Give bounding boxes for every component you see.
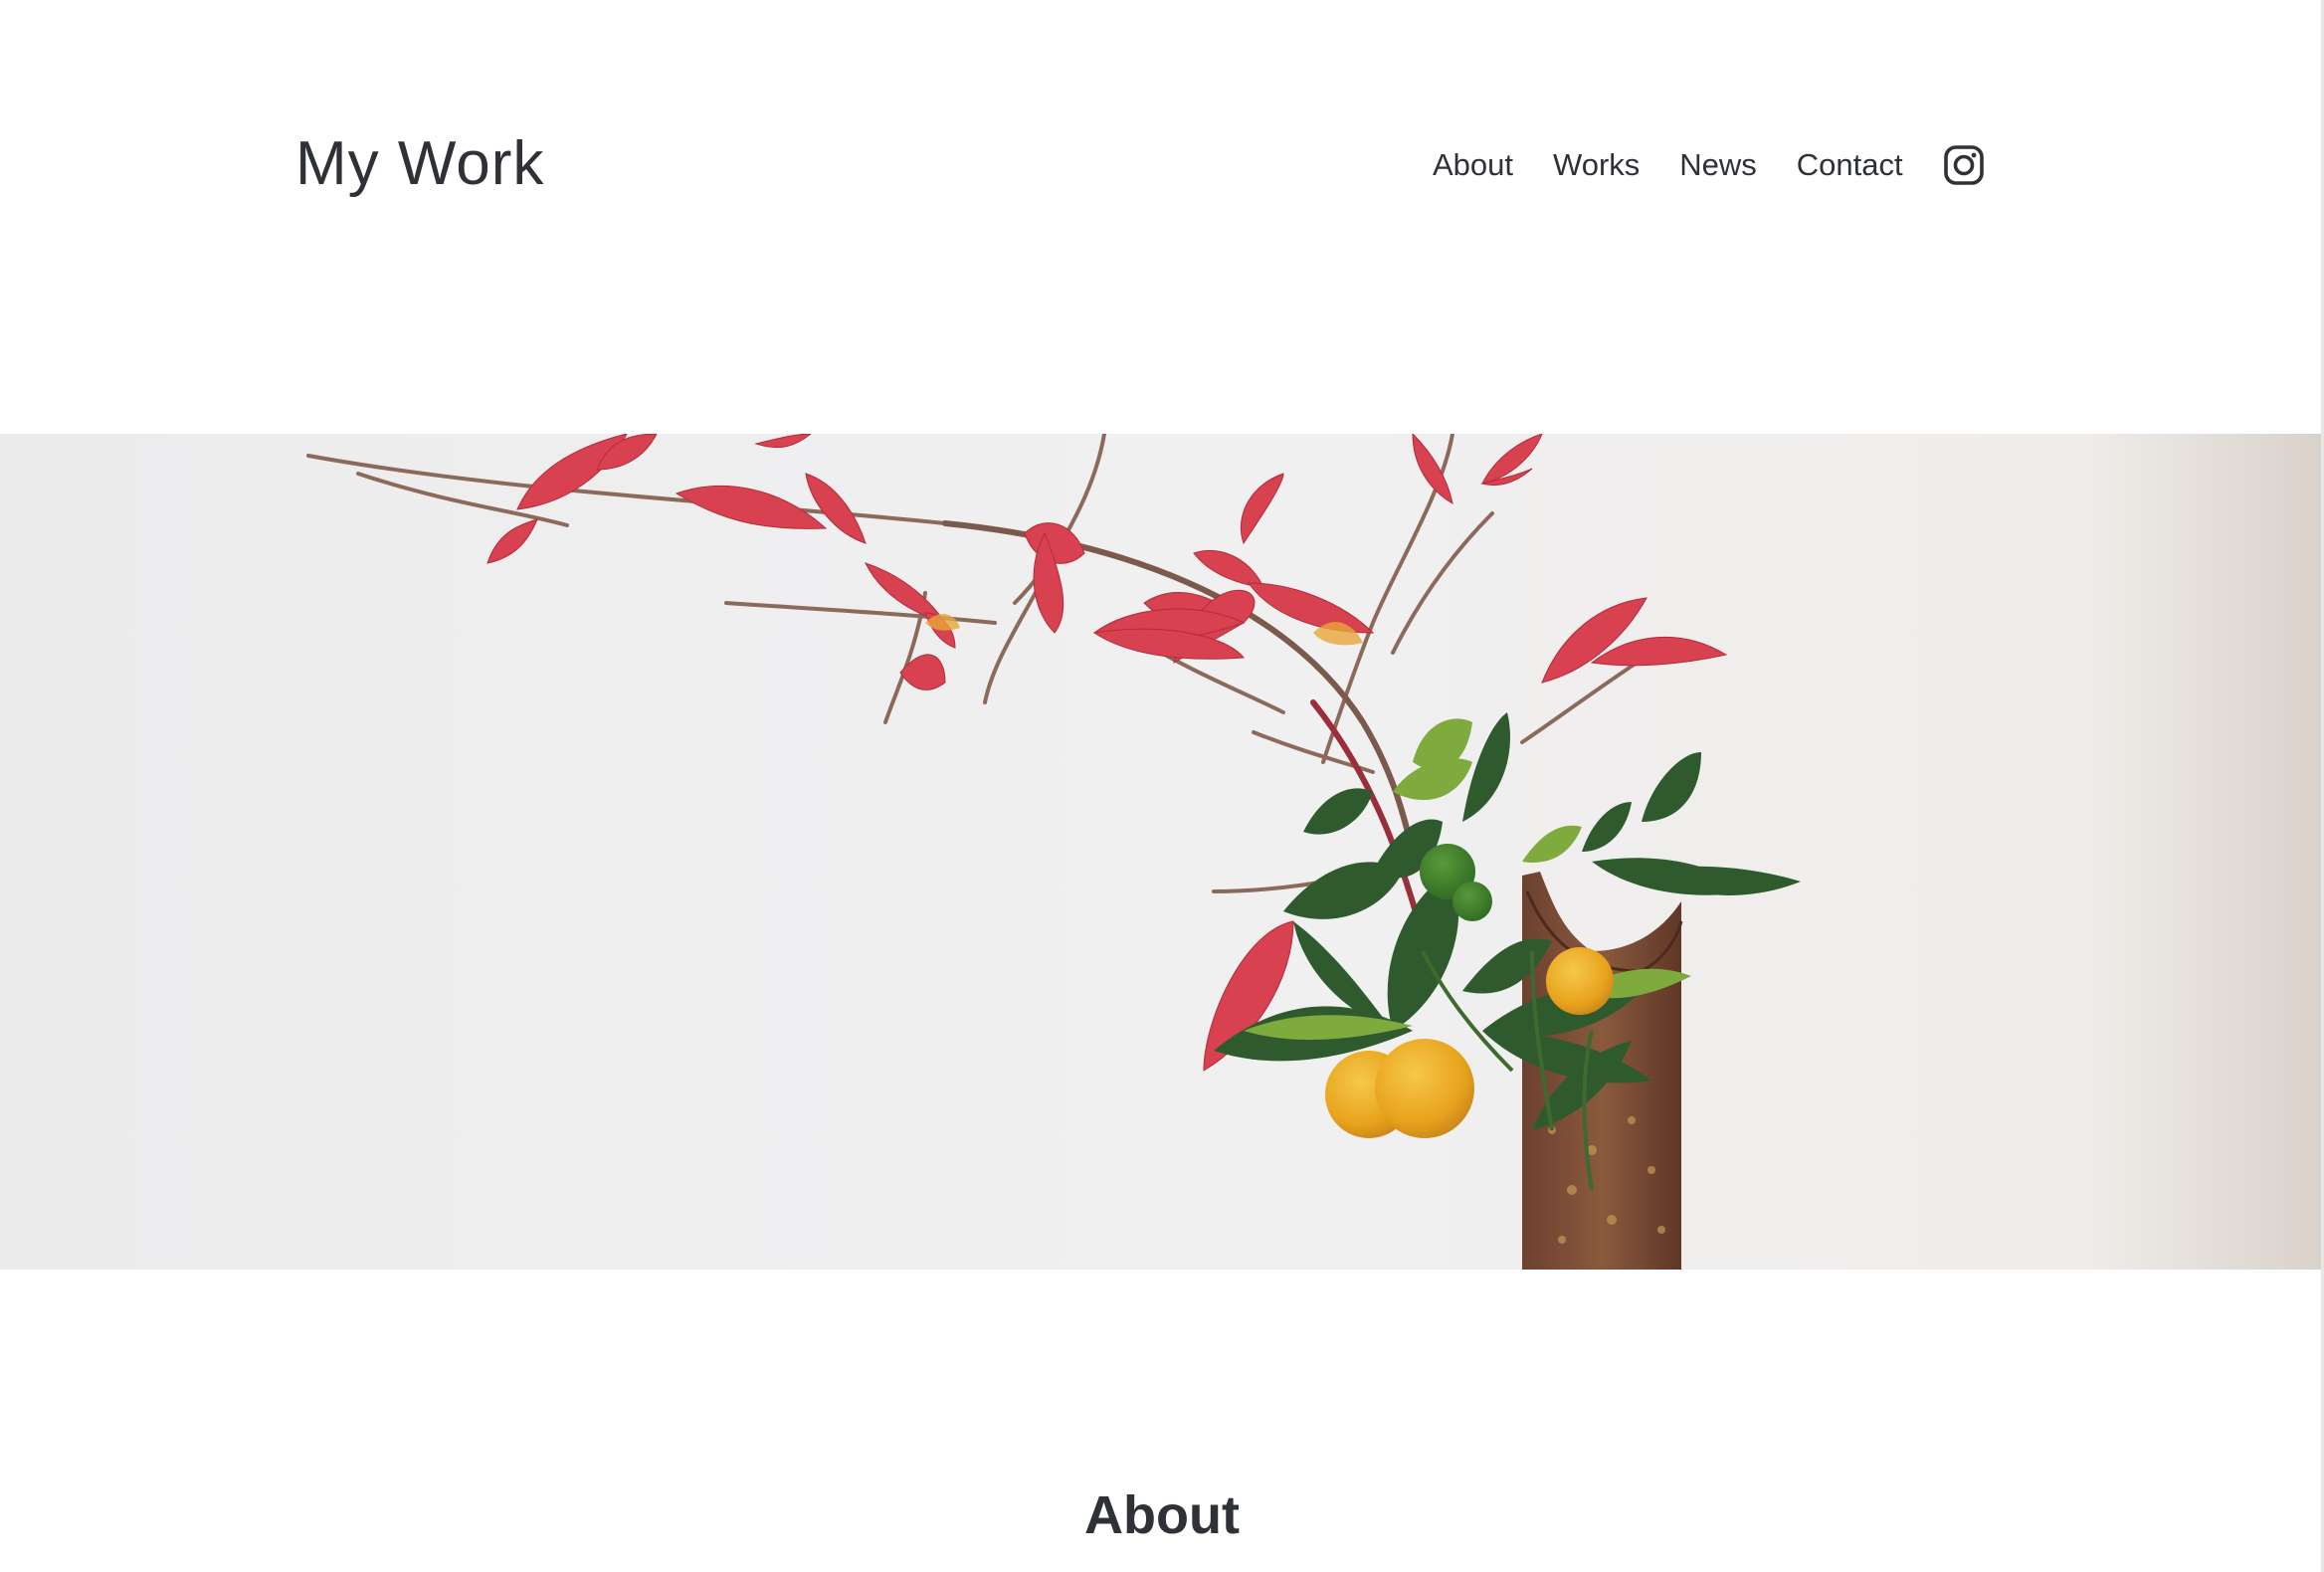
main-nav: About Works News Contact	[1433, 139, 1985, 191]
about-section-title: About	[1084, 1485, 1240, 1545]
nav-about-link[interactable]: About	[1433, 139, 1513, 191]
nav-contact-link[interactable]: Contact	[1797, 139, 1903, 191]
site-header: My Work About Works News Contact	[0, 0, 2324, 434]
nav-news-link[interactable]: News	[1679, 139, 1757, 191]
instagram-icon[interactable]	[1943, 144, 1985, 186]
site-logo[interactable]: My Work	[295, 127, 544, 201]
page: My Work About Works News Contact About	[0, 0, 2324, 1572]
nav-works-link[interactable]: Works	[1553, 139, 1640, 191]
hero-image	[0, 434, 2321, 1270]
